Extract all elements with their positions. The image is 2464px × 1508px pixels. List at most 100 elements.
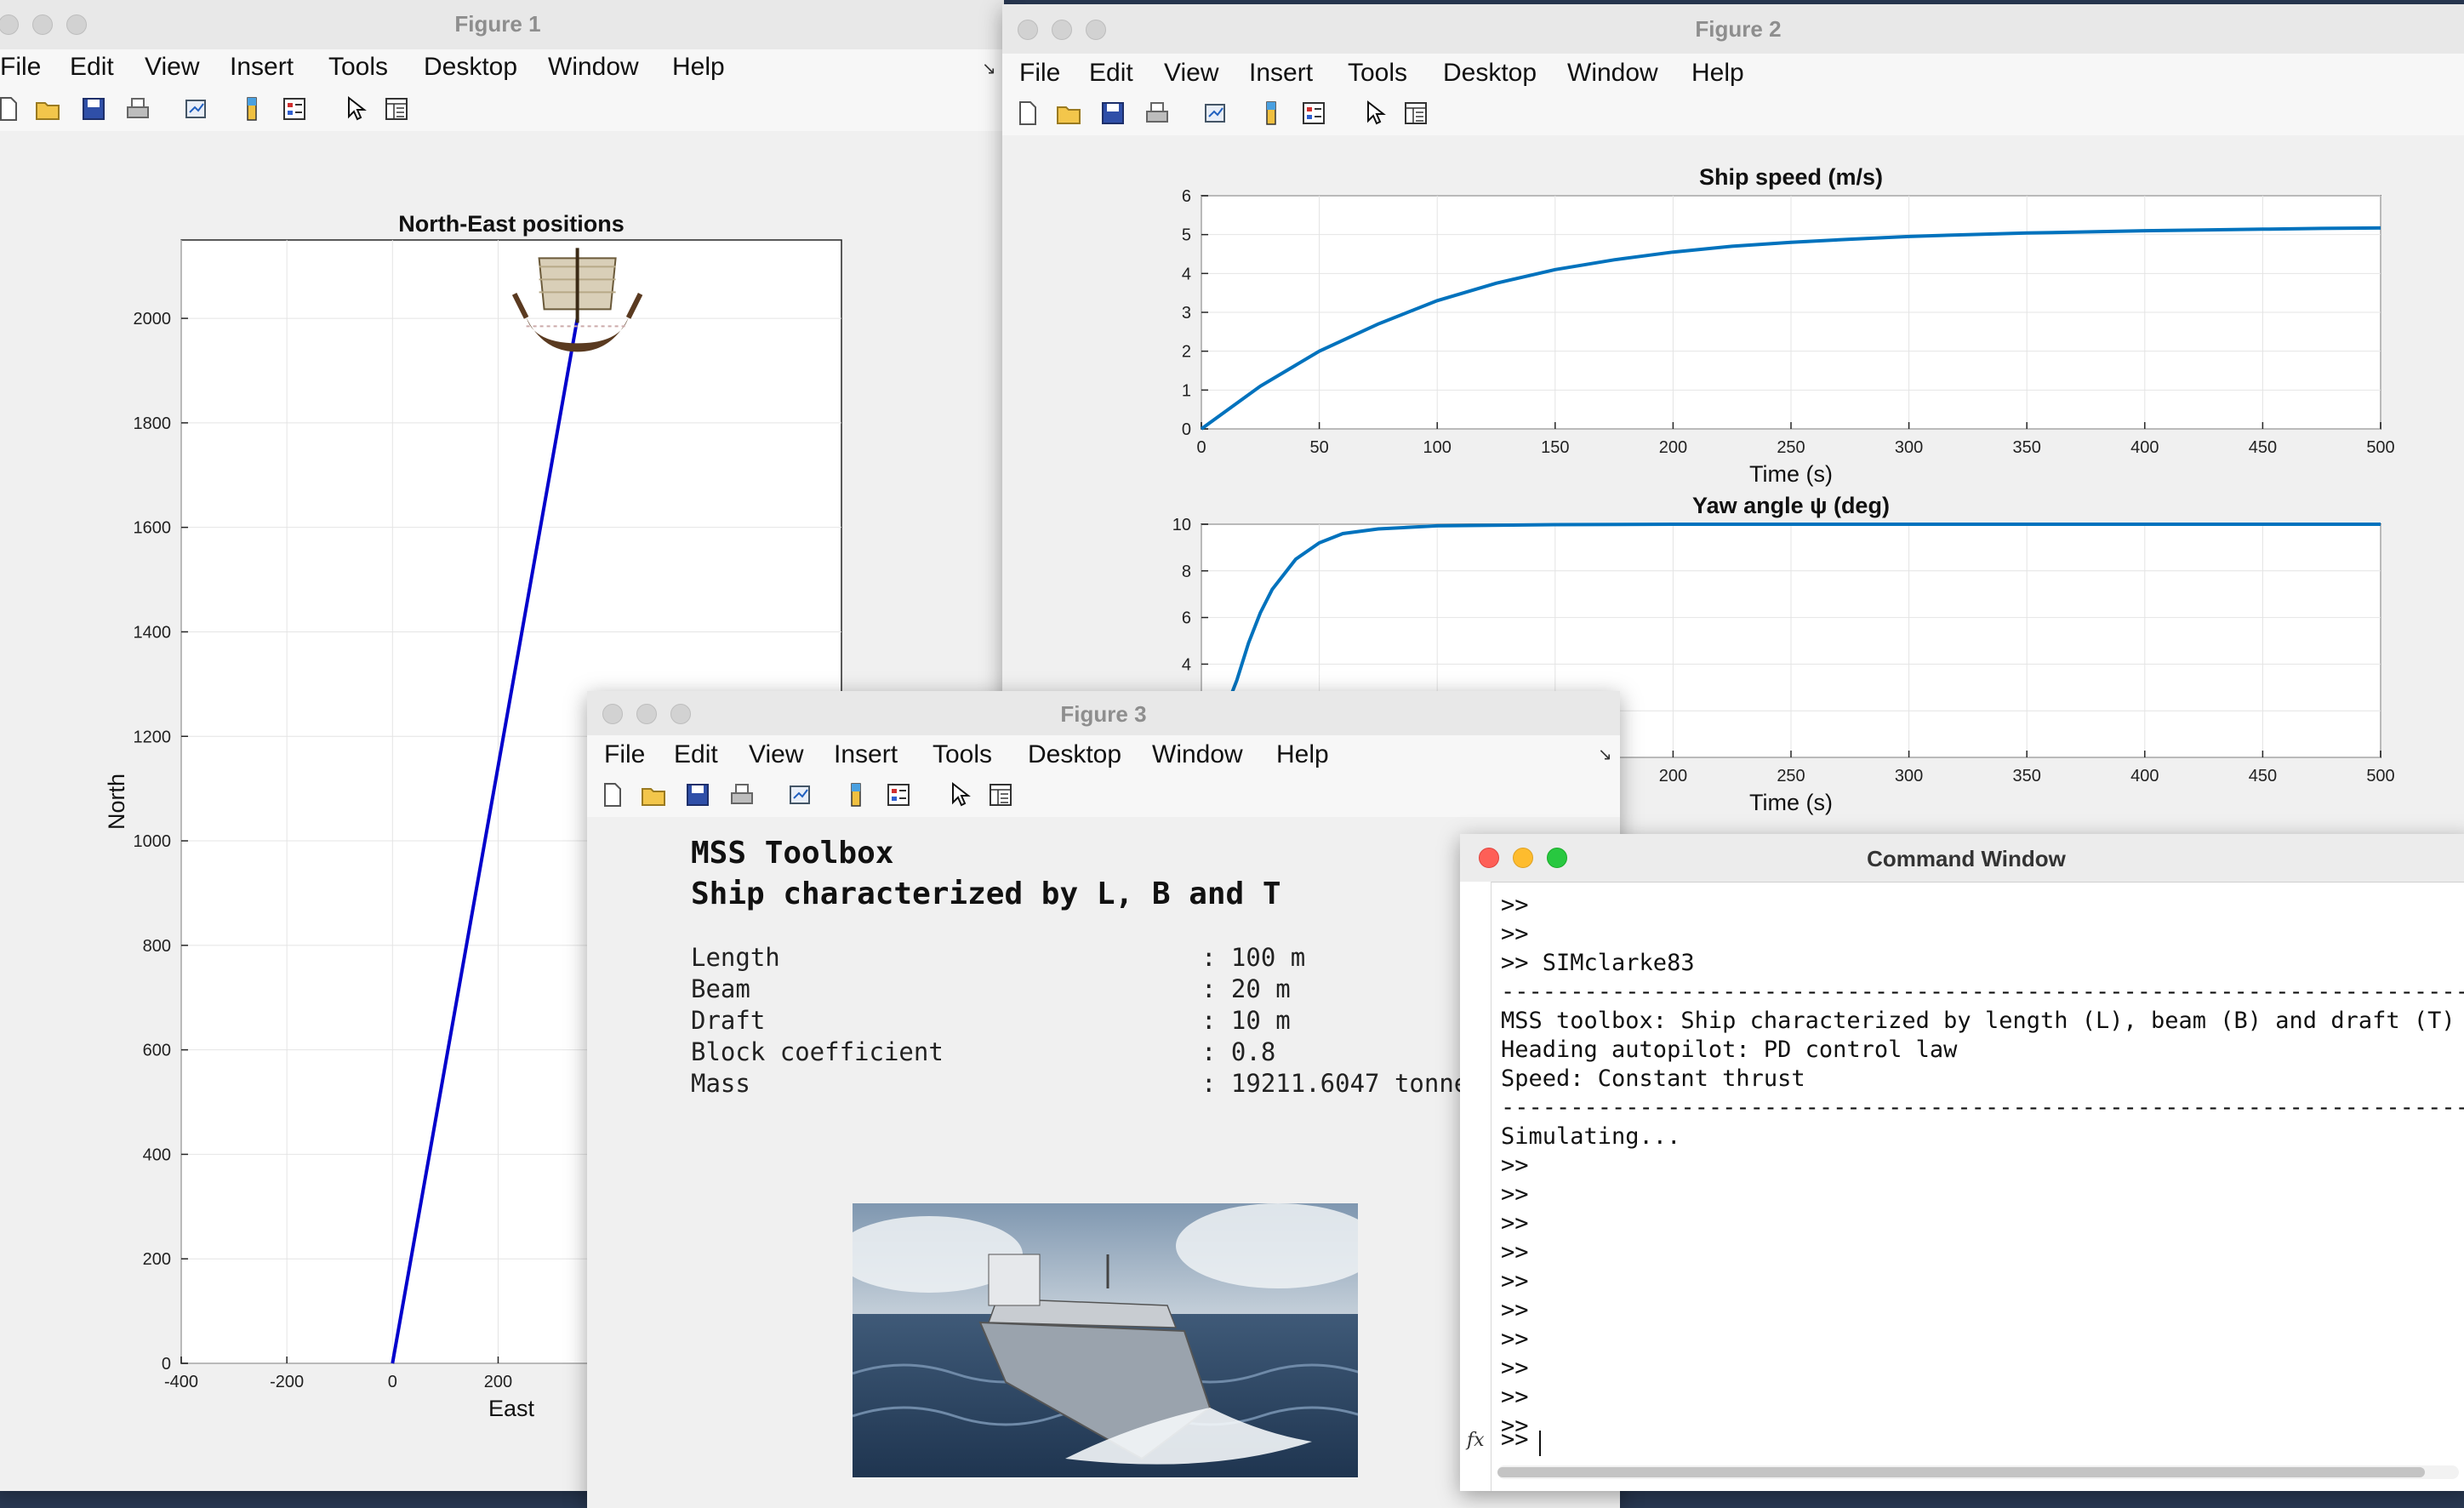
ne-x-tick-label: -400 — [164, 1373, 198, 1391]
property-inspector-icon[interactable] — [1402, 100, 1429, 127]
dock-arrow-icon[interactable]: ↘ — [1598, 744, 1612, 765]
menu-tools[interactable]: Tools — [1348, 59, 1407, 88]
print-icon[interactable] — [728, 781, 756, 808]
legend-icon[interactable] — [281, 95, 308, 123]
menu-insert[interactable]: Insert — [1249, 59, 1313, 88]
ship-heading: Ship characterized by L, B and T — [691, 877, 1281, 911]
link-plot-icon[interactable] — [1201, 100, 1229, 127]
yaw-x-tick-label: 500 — [2366, 767, 2394, 785]
pointer-icon[interactable] — [1360, 100, 1387, 127]
command-prompt-line[interactable]: >> — [1501, 1426, 2437, 1456]
menu-tools[interactable]: Tools — [933, 740, 992, 769]
figure3-titlebar[interactable]: Figure 3 — [587, 691, 1620, 736]
menu-insert[interactable]: Insert — [834, 740, 898, 769]
open-file-icon[interactable] — [34, 95, 61, 123]
menu-window[interactable]: Window — [1567, 59, 1658, 88]
menu-window[interactable]: Window — [548, 53, 639, 82]
scrollbar-thumb[interactable] — [1497, 1467, 2425, 1477]
menu-file[interactable]: File — [0, 53, 41, 82]
ne-y-tick-label: 1400 — [134, 623, 172, 642]
output-line: Heading autopilot: PD control law — [1501, 1037, 1958, 1063]
dock-arrow-icon[interactable]: ↘ — [982, 58, 996, 79]
x-axis-label: East — [488, 1396, 535, 1421]
menu-view[interactable]: View — [145, 53, 199, 82]
output-line: MSS toolbox: Ship characterized by lengt… — [1501, 1008, 2455, 1034]
menu-edit[interactable]: Edit — [1089, 59, 1133, 88]
figure3-toolbar — [587, 773, 1620, 818]
link-plot-icon[interactable] — [786, 781, 813, 808]
ne-y-tick-label: 1600 — [134, 519, 172, 538]
speed-x-tick-label: 350 — [2013, 438, 2041, 457]
ne-x-tick-label: 200 — [484, 1373, 512, 1391]
menu-desktop[interactable]: Desktop — [1028, 740, 1121, 769]
command-output[interactable]: >> >> >> SIMclarke83 -------------------… — [1501, 882, 2464, 1460]
menu-edit[interactable]: Edit — [70, 53, 114, 82]
speed-plot-title: Ship speed (m/s) — [1699, 164, 1883, 190]
speed-y-tick-label: 2 — [1182, 343, 1191, 362]
print-icon[interactable] — [124, 95, 151, 123]
yaw-x-axis-label: Time (s) — [1749, 790, 1833, 815]
figure3-menubar: File Edit View Insert Tools Desktop Wind… — [587, 735, 1620, 774]
menu-edit[interactable]: Edit — [674, 740, 718, 769]
colorbar-icon[interactable] — [842, 781, 870, 808]
ne-y-tick-label: 2000 — [134, 310, 172, 328]
menu-tools[interactable]: Tools — [328, 53, 388, 82]
speed-x-tick-label: 200 — [1659, 438, 1687, 457]
menu-insert[interactable]: Insert — [230, 53, 294, 82]
figure1-titlebar[interactable]: Figure 1 — [0, 0, 1004, 50]
ne-y-tick-label: 200 — [143, 1250, 171, 1269]
new-figure-icon[interactable] — [599, 781, 626, 808]
property-inspector-icon[interactable] — [383, 95, 410, 123]
prompt-symbol: >> — [1501, 1426, 1529, 1453]
horizontal-scrollbar[interactable] — [1497, 1465, 2459, 1479]
speed-x-axis-label: Time (s) — [1749, 461, 1833, 487]
output-line: >> — [1501, 1326, 1529, 1352]
speed-x-tick-label: 150 — [1541, 438, 1569, 457]
property-inspector-icon[interactable] — [987, 781, 1014, 808]
legend-icon[interactable] — [885, 781, 912, 808]
pointer-icon[interactable] — [340, 95, 368, 123]
menu-file[interactable]: File — [604, 740, 645, 769]
open-file-icon[interactable] — [640, 781, 667, 808]
figure1-menubar: File Edit View Insert Tools Desktop Wind… — [0, 49, 1004, 88]
param-label-draft: Draft — [691, 1006, 766, 1035]
output-line: >> — [1501, 1239, 1529, 1265]
new-figure-icon[interactable] — [0, 95, 22, 123]
ne-y-tick-label: 1800 — [134, 414, 172, 433]
ne-y-tick-label: 800 — [143, 937, 171, 956]
ne-y-tick-label: 0 — [162, 1355, 171, 1374]
yaw-y-tick-label: 4 — [1182, 655, 1191, 674]
new-figure-icon[interactable] — [1014, 100, 1041, 127]
menu-help[interactable]: Help — [672, 53, 725, 82]
param-value-draft: : 10 m — [1201, 1006, 1291, 1035]
pointer-icon[interactable] — [944, 781, 972, 808]
save-icon[interactable] — [80, 95, 107, 123]
yaw-x-tick-label: 250 — [1777, 767, 1805, 785]
link-plot-icon[interactable] — [182, 95, 209, 123]
yaw-plot-title: Yaw angle ψ (deg) — [1692, 493, 1890, 518]
yaw-x-tick-label: 400 — [2130, 767, 2159, 785]
menu-desktop[interactable]: Desktop — [1443, 59, 1537, 88]
ne-y-tick-label: 1000 — [134, 832, 172, 851]
open-file-icon[interactable] — [1055, 100, 1082, 127]
menu-view[interactable]: View — [1164, 59, 1218, 88]
menu-view[interactable]: View — [749, 740, 803, 769]
function-browser-icon[interactable]: fx — [1467, 1430, 1485, 1451]
command-window-titlebar[interactable]: Command Window — [1460, 834, 2464, 883]
colorbar-icon[interactable] — [1258, 100, 1285, 127]
figure2-titlebar[interactable]: Figure 2 — [1002, 4, 2464, 54]
menu-file[interactable]: File — [1019, 59, 1060, 88]
ne-y-tick-label: 600 — [143, 1042, 171, 1060]
save-icon[interactable] — [684, 781, 711, 808]
output-line: >> — [1501, 1355, 1529, 1381]
ne-x-tick-label: -200 — [270, 1373, 304, 1391]
save-icon[interactable] — [1099, 100, 1126, 127]
menu-help[interactable]: Help — [1276, 740, 1329, 769]
print-icon[interactable] — [1144, 100, 1171, 127]
colorbar-icon[interactable] — [238, 95, 265, 123]
legend-icon[interactable] — [1300, 100, 1327, 127]
menu-help[interactable]: Help — [1691, 59, 1744, 88]
menu-window[interactable]: Window — [1152, 740, 1243, 769]
param-label-block-coefficient: Block coefficient — [691, 1037, 944, 1066]
menu-desktop[interactable]: Desktop — [424, 53, 517, 82]
